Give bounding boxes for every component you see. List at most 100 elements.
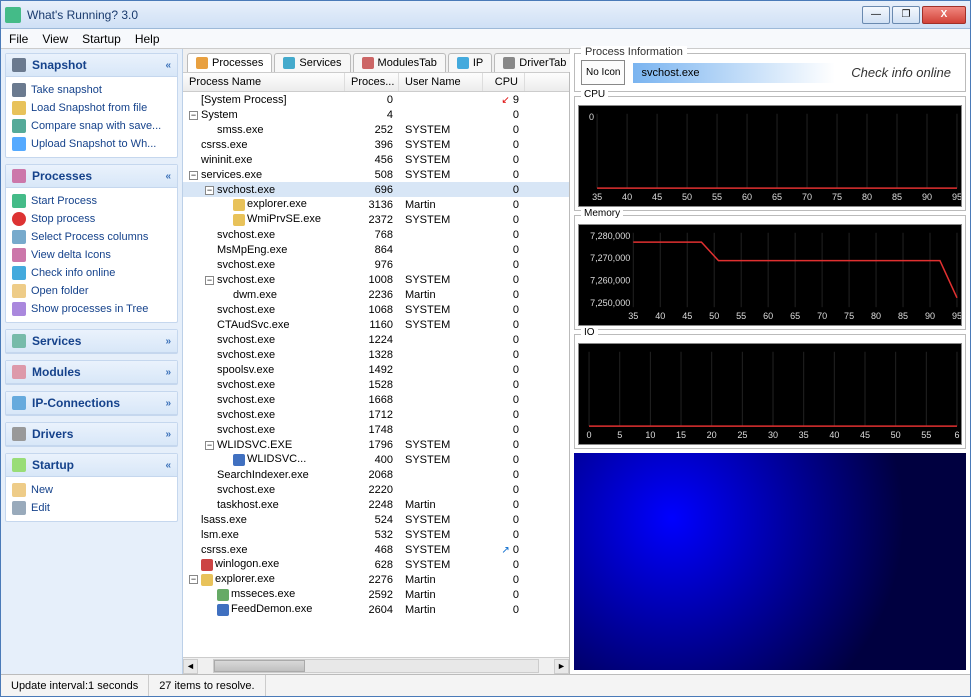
menu-file[interactable]: File xyxy=(9,32,28,46)
panel-header-startup[interactable]: Startup « xyxy=(6,454,177,477)
cell-pid: 532 xyxy=(345,529,399,541)
sidebar-open-folder[interactable]: Open folder xyxy=(12,282,171,300)
panel-header-snapshot[interactable]: Snapshot « xyxy=(6,54,177,77)
table-row[interactable]: lsass.exe524SYSTEM0 xyxy=(183,512,569,527)
sidebar-load-snapshot[interactable]: Load Snapshot from file xyxy=(12,99,171,117)
panel-header-services[interactable]: Services » xyxy=(6,330,177,353)
cell-process-name: svchost.exe xyxy=(183,409,345,421)
table-row[interactable]: spoolsv.exe14920 xyxy=(183,362,569,377)
tab-processes[interactable]: Processes xyxy=(187,53,272,72)
panel-snapshot: Snapshot « Take snapshot Load Snapshot f… xyxy=(5,53,178,158)
table-row[interactable]: −System40 xyxy=(183,107,569,122)
minimize-button[interactable]: — xyxy=(862,6,890,24)
panel-header-drivers[interactable]: Drivers » xyxy=(6,423,177,446)
scroll-left-icon[interactable]: ◄ xyxy=(183,659,198,674)
maximize-button[interactable]: ❐ xyxy=(892,6,920,24)
sidebar-upload-snapshot[interactable]: Upload Snapshot to Wh... xyxy=(12,135,171,153)
close-button[interactable]: X xyxy=(922,6,966,24)
cell-cpu: 0 xyxy=(483,244,525,256)
table-row[interactable]: svchost.exe15280 xyxy=(183,377,569,392)
table-row[interactable]: wininit.exe456SYSTEM0 xyxy=(183,152,569,167)
svg-text:95: 95 xyxy=(952,192,961,202)
tree-expander-icon[interactable]: − xyxy=(189,111,198,120)
panel-header-processes[interactable]: Processes « xyxy=(6,165,177,188)
table-row[interactable]: svchost.exe17120 xyxy=(183,407,569,422)
sidebar-start-process[interactable]: Start Process xyxy=(12,192,171,210)
sidebar-take-snapshot[interactable]: Take snapshot xyxy=(12,81,171,99)
table-row[interactable]: −svchost.exe1008SYSTEM0 xyxy=(183,272,569,287)
table-row[interactable]: −WLIDSVC.EXE1796SYSTEM0 xyxy=(183,437,569,452)
table-row[interactable]: SearchIndexer.exe20680 xyxy=(183,467,569,482)
tree-expander-icon[interactable]: − xyxy=(205,186,214,195)
table-row[interactable]: −explorer.exe2276Martin0 xyxy=(183,572,569,587)
menu-startup[interactable]: Startup xyxy=(82,32,121,46)
scroll-track[interactable] xyxy=(213,659,539,673)
table-row[interactable]: WmiPrvSE.exe2372SYSTEM0 xyxy=(183,212,569,227)
panel-header-ip[interactable]: IP-Connections » xyxy=(6,392,177,415)
table-body[interactable]: [System Process]0↙ 9−System40smss.exe252… xyxy=(183,92,569,657)
table-row[interactable]: msseces.exe2592Martin0 xyxy=(183,587,569,602)
col-pid[interactable]: Proces... xyxy=(345,73,399,91)
cell-process-name: WLIDSVC... xyxy=(183,453,345,465)
col-process-name[interactable]: Process Name xyxy=(183,73,345,91)
table-row[interactable]: csrss.exe468SYSTEM↗ 0 xyxy=(183,542,569,557)
tree-expander-icon[interactable]: − xyxy=(205,441,214,450)
sidebar-show-tree[interactable]: Show processes in Tree xyxy=(12,300,171,318)
table-row[interactable]: smss.exe252SYSTEM0 xyxy=(183,122,569,137)
svg-text:90: 90 xyxy=(922,192,932,202)
scroll-right-icon[interactable]: ► xyxy=(554,659,569,674)
sidebar-compare-snap[interactable]: Compare snap with save... xyxy=(12,117,171,135)
table-row[interactable]: svchost.exe9760 xyxy=(183,257,569,272)
table-row[interactable]: winlogon.exe628SYSTEM0 xyxy=(183,557,569,572)
table-row[interactable]: svchost.exe1068SYSTEM0 xyxy=(183,302,569,317)
col-cpu[interactable]: CPU xyxy=(483,73,525,91)
table-row[interactable]: explorer.exe3136Martin0 xyxy=(183,197,569,212)
cell-process-name: −svchost.exe xyxy=(183,274,345,286)
table-row[interactable]: csrss.exe396SYSTEM0 xyxy=(183,137,569,152)
table-row[interactable]: lsm.exe532SYSTEM0 xyxy=(183,527,569,542)
svg-text:40: 40 xyxy=(829,430,839,440)
panel-header-modules[interactable]: Modules » xyxy=(6,361,177,384)
table-row[interactable]: taskhost.exe2248Martin0 xyxy=(183,497,569,512)
memory-label: Memory xyxy=(581,208,623,219)
tab-services[interactable]: Services xyxy=(274,53,350,72)
table-row[interactable]: −svchost.exe6960 xyxy=(183,182,569,197)
window-title: What's Running? 3.0 xyxy=(27,8,862,22)
scroll-thumb[interactable] xyxy=(214,660,305,672)
tab-driver[interactable]: DriverTab xyxy=(494,53,575,72)
table-row[interactable]: CTAudSvc.exe1160SYSTEM0 xyxy=(183,317,569,332)
table-row[interactable]: WLIDSVC...400SYSTEM0 xyxy=(183,452,569,467)
cell-user: SYSTEM xyxy=(399,214,483,226)
svg-text:90: 90 xyxy=(925,311,935,321)
table-row[interactable]: svchost.exe17480 xyxy=(183,422,569,437)
sidebar-select-columns[interactable]: Select Process columns xyxy=(12,228,171,246)
table-row[interactable]: FeedDemon.exe2604Martin0 xyxy=(183,602,569,617)
table-row[interactable]: MsMpEng.exe8640 xyxy=(183,242,569,257)
table-row[interactable]: −services.exe508SYSTEM0 xyxy=(183,167,569,182)
table-row[interactable]: svchost.exe12240 xyxy=(183,332,569,347)
cpu-graph-frame: CPU 354045505560657075808590950 xyxy=(574,96,966,211)
tree-expander-icon[interactable]: − xyxy=(205,276,214,285)
table-row[interactable]: svchost.exe16680 xyxy=(183,392,569,407)
horizontal-scrollbar[interactable]: ◄ ► xyxy=(183,657,569,674)
menu-help[interactable]: Help xyxy=(135,32,160,46)
sidebar-stop-process[interactable]: Stop process xyxy=(12,210,171,228)
menu-view[interactable]: View xyxy=(42,32,68,46)
sidebar-view-delta[interactable]: View delta Icons xyxy=(12,246,171,264)
check-info-online-link[interactable]: Check info online xyxy=(843,61,959,84)
table-row[interactable]: dwm.exe2236Martin0 xyxy=(183,287,569,302)
sidebar-startup-new[interactable]: New xyxy=(12,481,171,499)
table-row[interactable]: svchost.exe22200 xyxy=(183,482,569,497)
tab-modules[interactable]: ModulesTab xyxy=(353,53,446,72)
tab-ip[interactable]: IP xyxy=(448,53,492,72)
table-row[interactable]: svchost.exe7680 xyxy=(183,227,569,242)
tree-expander-icon[interactable]: − xyxy=(189,171,198,180)
table-row[interactable]: [System Process]0↙ 9 xyxy=(183,92,569,107)
col-user[interactable]: User Name xyxy=(399,73,483,91)
table-row[interactable]: svchost.exe13280 xyxy=(183,347,569,362)
sidebar-check-info[interactable]: Check info online xyxy=(12,264,171,282)
new-icon xyxy=(12,483,26,497)
tree-expander-icon[interactable]: − xyxy=(189,575,198,584)
svg-text:75: 75 xyxy=(832,192,842,202)
sidebar-startup-edit[interactable]: Edit xyxy=(12,499,171,517)
